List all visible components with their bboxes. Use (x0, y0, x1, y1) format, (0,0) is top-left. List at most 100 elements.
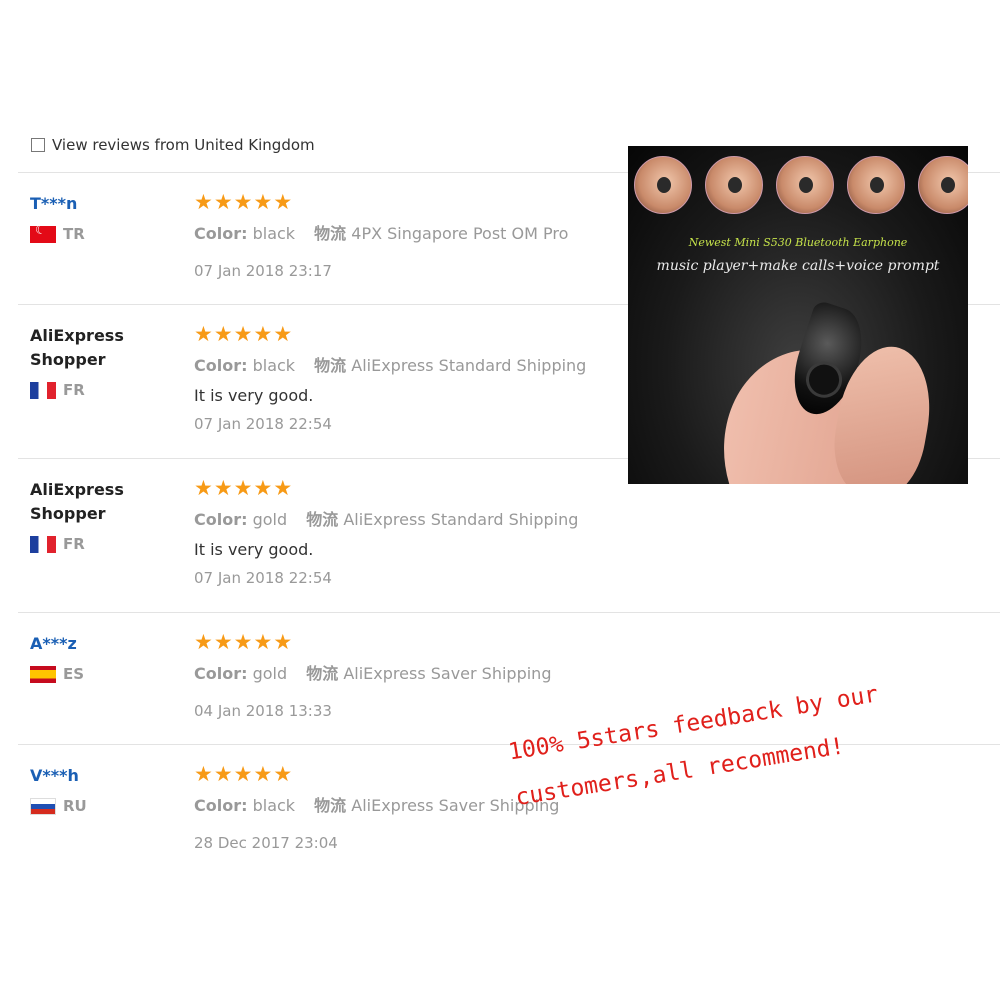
ear-thumbnail (918, 156, 968, 214)
review-detail: ★ ★ ★ ★ ★ Color: gold 物流 AliExpress Standard… (194, 477, 578, 587)
color-label: Color: (194, 664, 248, 683)
ear-thumbnails (634, 156, 968, 214)
buyer-name[interactable]: V***h (30, 764, 150, 788)
star-icon: ★ (233, 630, 253, 654)
review-date: 07 Jan 2018 22:54 (194, 569, 332, 587)
review-detail: ★ ★ ★ ★ ★ Color: black 物流 4PX Singapore Post… (194, 191, 568, 280)
star-icon: ★ (253, 762, 273, 786)
product-image-title: Newest Mini S530 Bluetooth Earphone (688, 236, 908, 249)
product-image-subtitle: music player+make calls+voice prompt (656, 258, 940, 274)
review-detail: ★ ★ ★ ★ ★ Color: black 物流 AliExpress Saver S… (194, 763, 559, 852)
buyer-name: AliExpress Shopper (30, 480, 124, 523)
buyer-country: TR (30, 225, 150, 243)
order-meta: Color: black 物流 4PX Singapore Post OM Pr… (194, 220, 568, 244)
filter-row: View reviews from United Kingdom (31, 136, 315, 154)
star-icon: ★ (233, 190, 253, 214)
uk-reviews-label[interactable]: View reviews from United Kingdom (52, 136, 315, 154)
buyer-country: FR (30, 535, 150, 553)
buyer-info: AliExpress Shopper FR (30, 478, 150, 553)
star-icon: ★ (233, 322, 253, 346)
review-comment: It is very good. (194, 386, 314, 405)
fr-flag-icon (30, 535, 56, 553)
color-label: Color: (194, 356, 248, 375)
review-detail: ★ ★ ★ ★ ★ Color: black 物流 AliExpress Standar… (194, 323, 586, 433)
shipping-value: 4PX Singapore Post OM Pro (351, 224, 569, 243)
buyer-info: A***z ES (30, 632, 150, 683)
review-date: 28 Dec 2017 23:04 (194, 834, 338, 852)
buyer-name: AliExpress Shopper (30, 326, 124, 369)
order-meta: Color: black 物流 AliExpress Standard Ship… (194, 352, 586, 376)
star-icon: ★ (273, 476, 293, 500)
star-icon: ★ (194, 476, 213, 500)
buyer-info: AliExpress Shopper FR (30, 324, 150, 399)
buyer-name[interactable]: A***z (30, 632, 150, 656)
star-icon: ★ (194, 762, 213, 786)
shipping-label: 物流 (306, 664, 339, 683)
star-icon: ★ (194, 322, 213, 346)
uk-reviews-checkbox[interactable] (31, 138, 45, 152)
shipping-label: 物流 (314, 224, 347, 243)
shipping-value: AliExpress Standard Shipping (351, 356, 587, 375)
star-rating: ★ ★ ★ ★ ★ (194, 191, 568, 213)
star-rating: ★ ★ ★ ★ ★ (194, 323, 586, 345)
review-date: 04 Jan 2018 13:33 (194, 702, 332, 720)
star-icon: ★ (253, 476, 273, 500)
color-value: black (252, 224, 296, 243)
color-value: gold (252, 664, 288, 683)
color-value: gold (252, 510, 288, 529)
ru-flag-icon (30, 797, 56, 815)
star-rating: ★ ★ ★ ★ ★ (194, 763, 559, 785)
ear-thumbnail (705, 156, 763, 214)
shipping-value: AliExpress Standard Shipping (343, 510, 579, 529)
shipping-label: 物流 (306, 510, 339, 529)
buyer-name[interactable]: T***n (30, 192, 150, 216)
star-icon: ★ (213, 762, 233, 786)
country-code: RU (63, 797, 87, 815)
order-meta: Color: gold 物流 AliExpress Saver Shipping (194, 660, 551, 684)
review-date: 07 Jan 2018 22:54 (194, 415, 332, 433)
star-rating: ★ ★ ★ ★ ★ (194, 477, 578, 499)
star-icon: ★ (194, 630, 213, 654)
product-image: Newest Mini S530 Bluetooth Earphone musi… (628, 146, 968, 484)
ear-thumbnail (847, 156, 905, 214)
country-code: FR (63, 381, 85, 399)
star-icon: ★ (253, 322, 273, 346)
star-icon: ★ (253, 630, 273, 654)
star-icon: ★ (233, 476, 253, 500)
star-icon: ★ (213, 476, 233, 500)
country-code: FR (63, 535, 85, 553)
review-detail: ★ ★ ★ ★ ★ Color: gold 物流 AliExpress Saver Sh… (194, 631, 551, 720)
star-icon: ★ (273, 190, 293, 214)
country-code: ES (63, 665, 85, 683)
star-icon: ★ (273, 630, 293, 654)
star-icon: ★ (233, 762, 253, 786)
shipping-label: 物流 (314, 796, 347, 815)
star-icon: ★ (213, 190, 233, 214)
country-code: TR (63, 225, 85, 243)
es-flag-icon (30, 665, 56, 683)
star-icon: ★ (213, 322, 233, 346)
ear-thumbnail (776, 156, 834, 214)
fr-flag-icon (30, 381, 56, 399)
tr-flag-icon (30, 225, 56, 243)
buyer-info: V***h RU (30, 764, 150, 815)
star-rating: ★ ★ ★ ★ ★ (194, 631, 551, 653)
color-value: black (252, 796, 296, 815)
color-value: black (252, 356, 296, 375)
star-icon: ★ (194, 190, 213, 214)
star-icon: ★ (253, 190, 273, 214)
buyer-info: T***n TR (30, 192, 150, 243)
star-icon: ★ (273, 762, 293, 786)
shipping-value: AliExpress Saver Shipping (343, 664, 552, 683)
buyer-country: ES (30, 665, 150, 683)
star-icon: ★ (273, 322, 293, 346)
color-label: Color: (194, 796, 248, 815)
buyer-country: FR (30, 381, 150, 399)
ear-thumbnail (634, 156, 692, 214)
color-label: Color: (194, 224, 248, 243)
star-icon: ★ (213, 630, 233, 654)
review-date: 07 Jan 2018 23:17 (194, 262, 332, 280)
order-meta: Color: black 物流 AliExpress Saver Shippin… (194, 792, 559, 816)
shipping-label: 物流 (314, 356, 347, 375)
color-label: Color: (194, 510, 248, 529)
